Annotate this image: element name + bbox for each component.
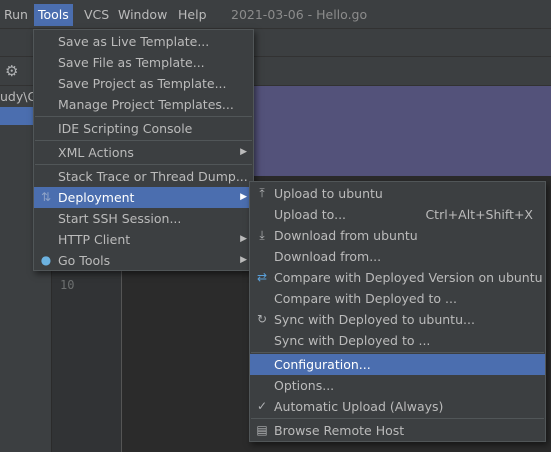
gopher-icon: ● bbox=[40, 253, 52, 267]
menu-item-go-tools[interactable]: ● Go Tools ▶ bbox=[34, 250, 253, 271]
menu-item-stack-trace[interactable]: Stack Trace or Thread Dump... bbox=[34, 166, 253, 187]
check-icon: ✓ bbox=[256, 399, 268, 413]
menu-item-save-live-template[interactable]: Save as Live Template... bbox=[34, 31, 253, 52]
submenu-arrow-icon: ▶ bbox=[240, 234, 247, 244]
menu-item-sync-deployed-ubuntu[interactable]: ↻ Sync with Deployed to ubuntu... bbox=[250, 309, 545, 330]
compare-icon: ⇄ bbox=[256, 270, 268, 284]
submenu-arrow-icon: ▶ bbox=[240, 192, 247, 202]
project-selected-row[interactable] bbox=[0, 107, 34, 125]
menu-item-configuration[interactable]: Configuration... bbox=[250, 354, 545, 375]
menu-tools[interactable]: Tools bbox=[34, 4, 73, 26]
menu-item-start-ssh-session[interactable]: Start SSH Session... bbox=[34, 208, 253, 229]
menu-vcs[interactable]: VCS bbox=[80, 4, 113, 26]
menu-help[interactable]: Help bbox=[174, 4, 211, 26]
menu-window[interactable]: Window bbox=[114, 4, 171, 26]
tools-menu: Save as Live Template... Save File as Te… bbox=[33, 29, 254, 271]
menu-item-manage-project-templates[interactable]: Manage Project Templates... bbox=[34, 94, 253, 115]
menu-item-sync-deployed-to[interactable]: Sync with Deployed to ... bbox=[250, 330, 545, 351]
gear-icon[interactable]: ⚙ bbox=[5, 63, 21, 79]
menu-item-download-from[interactable]: Download from... bbox=[250, 246, 545, 267]
sync-icon: ↻ bbox=[256, 312, 268, 326]
menu-item-compare-deployed-to[interactable]: Compare with Deployed to ... bbox=[250, 288, 545, 309]
submenu-arrow-icon: ▶ bbox=[240, 147, 247, 157]
menu-item-compare-deployed-ubuntu[interactable]: ⇄ Compare with Deployed Version on ubunt… bbox=[250, 267, 545, 288]
submenu-arrow-icon: ▶ bbox=[240, 255, 247, 265]
shortcut-label: Ctrl+Alt+Shift+X bbox=[425, 207, 533, 222]
menu-item-options[interactable]: Options... bbox=[250, 375, 545, 396]
menu-item-save-project-template[interactable]: Save Project as Template... bbox=[34, 73, 253, 94]
menu-separator bbox=[35, 164, 252, 165]
menu-bar: Run Tools VCS Window Help 2021-03-06 - H… bbox=[0, 0, 551, 29]
deployment-icon: ⇅ bbox=[40, 190, 52, 204]
download-icon: ⤓ bbox=[259, 228, 265, 242]
menu-item-automatic-upload[interactable]: ✓ Automatic Upload (Always) bbox=[250, 396, 545, 417]
menu-item-browse-remote-host[interactable]: ▤ Browse Remote Host bbox=[250, 420, 545, 441]
menu-item-http-client[interactable]: HTTP Client ▶ bbox=[34, 229, 253, 250]
menu-separator bbox=[35, 140, 252, 141]
browse-remote-host-icon: ▤ bbox=[256, 423, 268, 437]
menu-item-ide-scripting-console[interactable]: IDE Scripting Console bbox=[34, 118, 253, 139]
window-title: 2021-03-06 - Hello.go bbox=[231, 7, 368, 22]
menu-item-download-from-ubuntu[interactable]: ⤓ Download from ubuntu bbox=[250, 225, 545, 246]
menu-separator bbox=[251, 418, 544, 419]
menu-item-save-file-template[interactable]: Save File as Template... bbox=[34, 52, 253, 73]
project-path[interactable]: udy\G bbox=[0, 88, 34, 106]
menu-item-xml-actions[interactable]: XML Actions ▶ bbox=[34, 142, 253, 163]
menu-item-upload-to-ubuntu[interactable]: ⤒ Upload to ubuntu bbox=[250, 183, 545, 204]
menu-separator bbox=[251, 352, 544, 353]
upload-icon: ⤒ bbox=[259, 186, 265, 200]
menu-item-upload-to[interactable]: Upload to... Ctrl+Alt+Shift+X bbox=[250, 204, 545, 225]
menu-run[interactable]: Run bbox=[0, 4, 32, 26]
line-number: 10 bbox=[60, 278, 75, 292]
menu-item-deployment[interactable]: ⇅ Deployment ▶ bbox=[34, 187, 253, 208]
deployment-submenu: ⤒ Upload to ubuntu Upload to... Ctrl+Alt… bbox=[249, 181, 546, 442]
menu-separator bbox=[35, 116, 252, 117]
